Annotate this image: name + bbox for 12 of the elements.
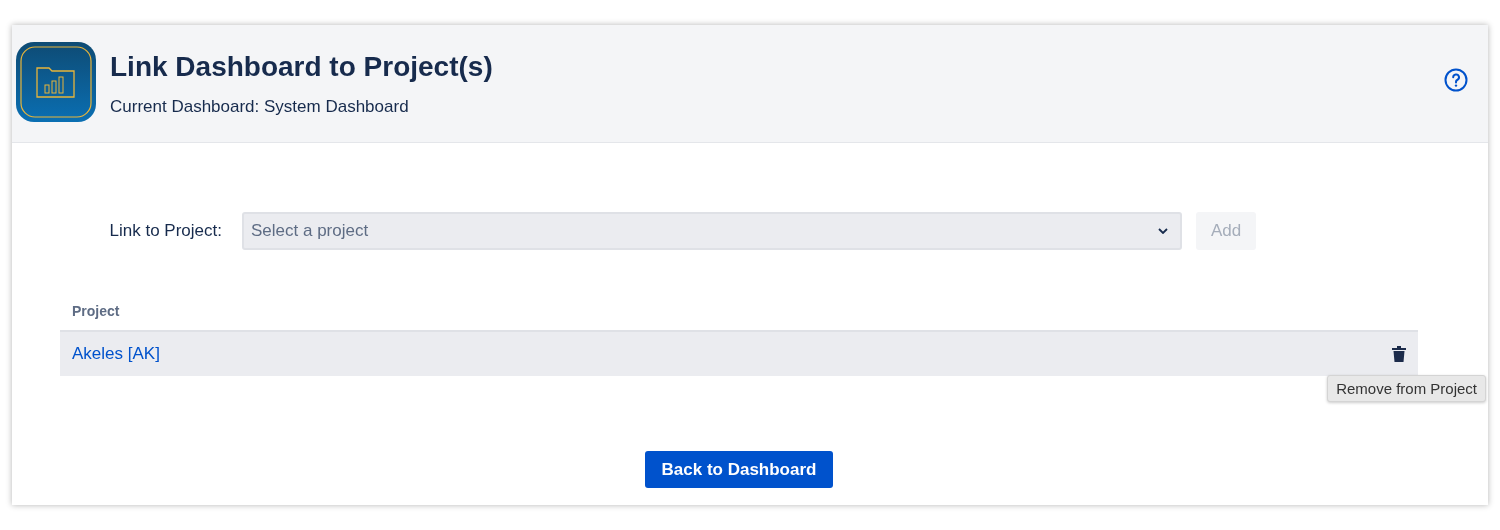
dashboard-folder-icon [16,41,96,122]
column-header: Project [72,303,120,319]
project-link[interactable]: Akeles [AK] [72,344,160,364]
current-dashboard-text: Current Dashboard: System Dashboard [110,96,410,117]
tooltip: Remove from Project [1327,375,1486,402]
field-label: Link to Project: [108,221,222,241]
chevron-icon [1158,228,1168,234]
help-icon[interactable] [1444,67,1468,92]
back-to-dashboard-button[interactable]: Back to Dashboard [645,451,833,488]
page-title: Link Dashboard to Project(s) [110,50,494,83]
trash-icon[interactable] [1391,345,1407,363]
project-select[interactable]: Select a project [242,212,1182,250]
